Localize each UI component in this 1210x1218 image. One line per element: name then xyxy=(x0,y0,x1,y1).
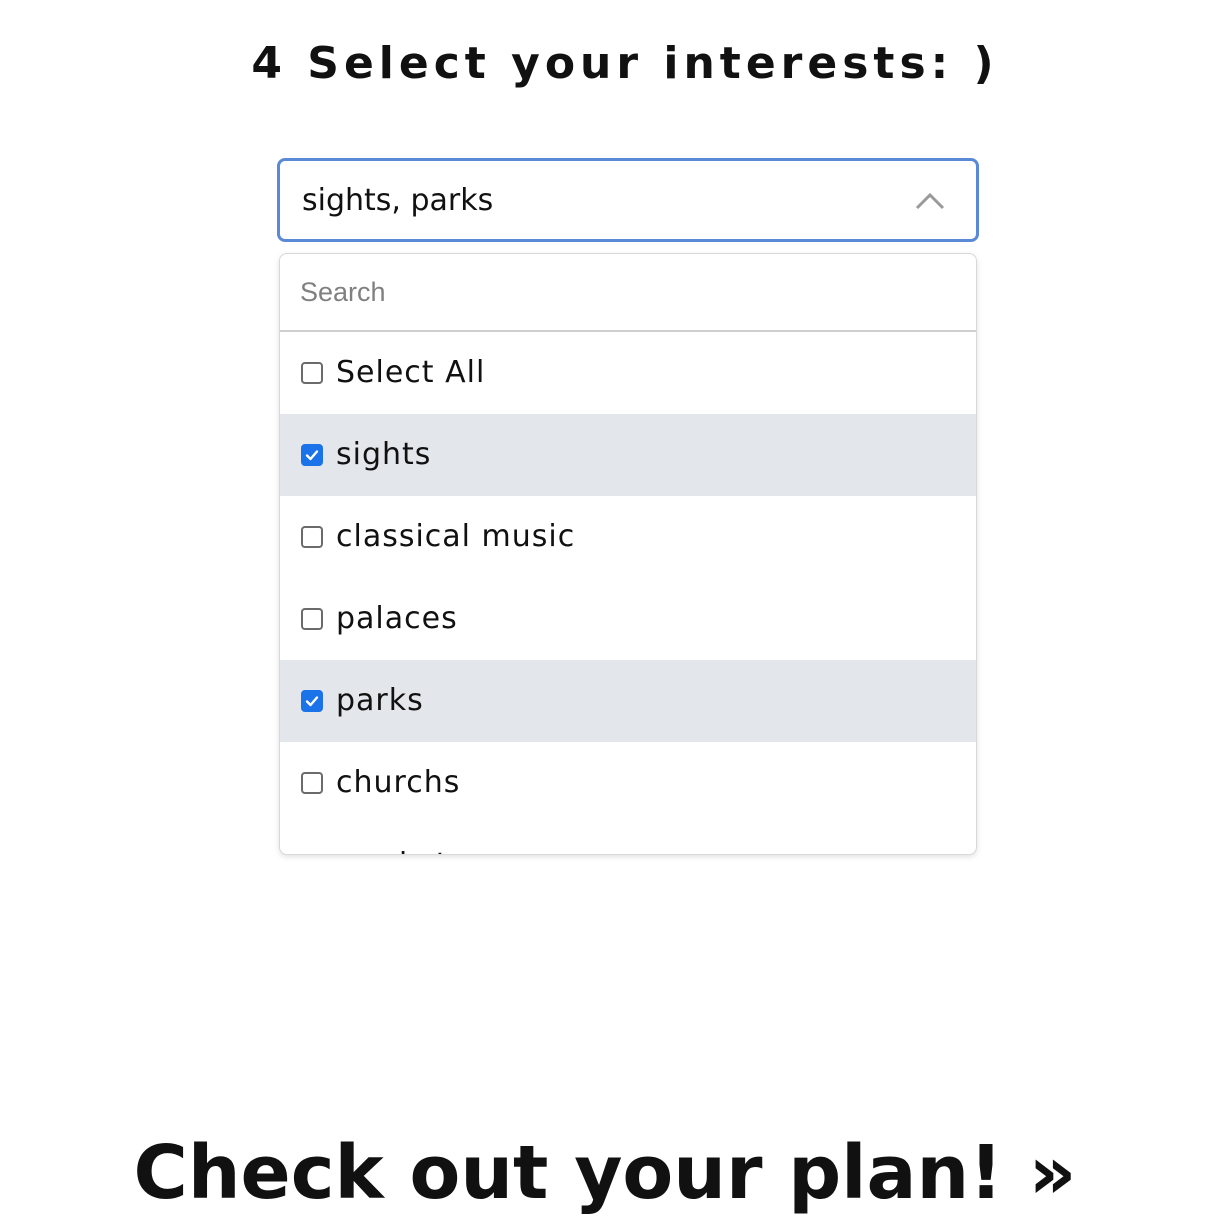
option-label: palaces xyxy=(336,601,458,636)
checkbox[interactable] xyxy=(301,772,323,794)
checkbox[interactable] xyxy=(301,854,323,855)
option-label: parks xyxy=(336,683,424,718)
option-classical-music[interactable]: classical music xyxy=(280,496,976,578)
step-title: 4 Select your interests: ) xyxy=(251,38,999,89)
checkmark-icon xyxy=(305,450,319,461)
interests-dropdown: Select All sights classical music palace… xyxy=(279,253,977,855)
option-sights[interactable]: sights xyxy=(280,414,976,496)
option-label: markets xyxy=(336,845,465,854)
interests-select[interactable]: sights, parks xyxy=(277,158,979,242)
option-markets[interactable]: markets xyxy=(280,824,976,855)
option-parks[interactable]: parks xyxy=(280,660,976,742)
check-plan-link[interactable]: Check out your plan! » xyxy=(0,1128,1210,1218)
option-label: churchs xyxy=(336,765,461,800)
chevron-up-icon[interactable] xyxy=(914,189,946,211)
checkbox[interactable] xyxy=(301,444,323,466)
option-label: sights xyxy=(336,437,432,472)
checkmark-icon xyxy=(305,696,319,707)
checkbox[interactable] xyxy=(301,608,323,630)
option-select-all[interactable]: Select All xyxy=(280,332,976,414)
page: 4 Select your interests: ) sights, parks… xyxy=(0,0,1210,1218)
option-label: Select All xyxy=(336,355,486,390)
search-input[interactable] xyxy=(280,254,976,330)
select-value: sights, parks xyxy=(302,183,494,218)
option-churchs[interactable]: churchs xyxy=(280,742,976,824)
option-palaces[interactable]: palaces xyxy=(280,578,976,660)
search-wrap xyxy=(280,254,976,332)
checkbox[interactable] xyxy=(301,362,323,384)
checkbox[interactable] xyxy=(301,526,323,548)
option-label: classical music xyxy=(336,519,576,554)
checkbox[interactable] xyxy=(301,690,323,712)
